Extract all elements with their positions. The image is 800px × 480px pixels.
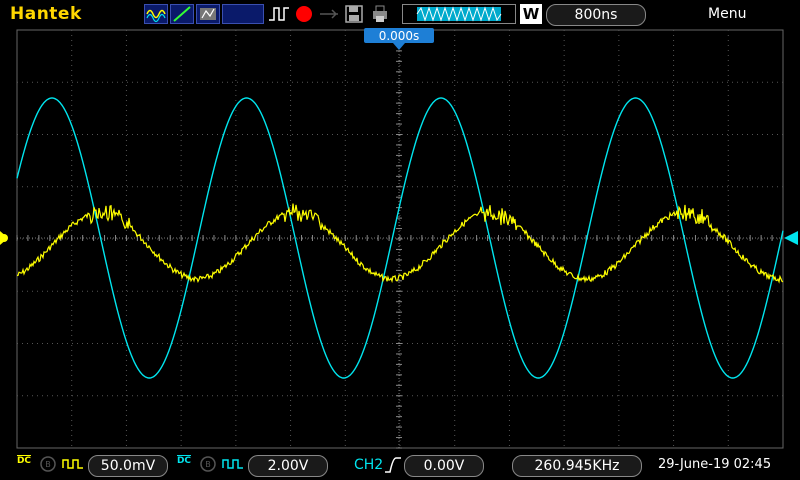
usb-icon — [318, 4, 340, 24]
ch1-level-marker[interactable] — [0, 231, 8, 245]
waveform-auto-icon[interactable] — [144, 4, 168, 24]
ch2-bandwidth-icon: B — [198, 455, 218, 477]
save-icon[interactable] — [344, 4, 366, 24]
ch2-scale[interactable]: 2.00V — [248, 455, 328, 477]
trigger-source: CH2 — [354, 457, 384, 473]
top-toolbar: Hantek W 800ns Menu — [0, 0, 800, 28]
ch1-bandwidth-icon: B — [38, 455, 58, 477]
menu-button[interactable]: Menu — [708, 6, 746, 22]
ch2-probe-icon — [222, 456, 244, 476]
bottom-status-bar: DC B 50.0mV DC B 2.00V CH2 0.00V 260.945… — [0, 450, 800, 480]
trigger-level[interactable]: 0.00V — [404, 455, 484, 477]
waveform-display[interactable]: 0.000s — [0, 28, 800, 450]
ch1-scale[interactable]: 50.0mV — [88, 455, 168, 477]
ch2-coupling: DC — [176, 456, 192, 466]
svg-text:B: B — [45, 460, 51, 469]
rising-edge-icon[interactable] — [268, 4, 290, 24]
trigger-level-marker[interactable] — [784, 231, 798, 245]
print-icon[interactable] — [370, 4, 392, 24]
ch1-coupling: DC — [16, 456, 32, 466]
ch1-probe-icon — [62, 456, 84, 476]
trigger-position-label: 0.000s — [379, 29, 420, 43]
svg-text:B: B — [205, 460, 211, 469]
trigger-position-marker[interactable]: 0.000s — [364, 28, 434, 50]
vector-draw-icon[interactable] — [170, 4, 194, 24]
brand-logo: Hantek — [10, 4, 82, 24]
frequency-readout: 260.945KHz — [512, 455, 642, 477]
trigger-mode-badge[interactable]: W — [520, 4, 542, 24]
persistence-icon[interactable] — [196, 4, 220, 24]
memory-depth-indicator — [402, 4, 516, 24]
record-icon[interactable] — [294, 4, 314, 24]
ch2-coupling-icon: DC — [176, 455, 192, 466]
datetime-display: 29-June-19 02:45 — [658, 457, 772, 472]
status-box — [222, 4, 264, 24]
timebase-display[interactable]: 800ns — [546, 4, 646, 26]
rising-edge-trigger-icon — [384, 455, 402, 479]
ch1-coupling-icon: DC — [16, 455, 32, 466]
graticule — [16, 29, 784, 449]
